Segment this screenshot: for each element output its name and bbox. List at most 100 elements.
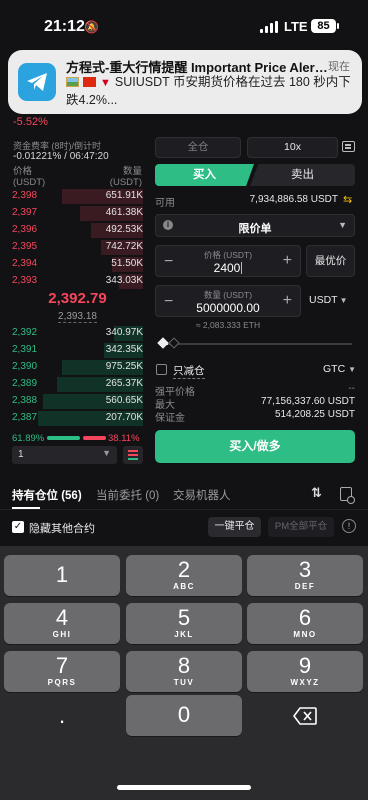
help-icon[interactable]: !: [342, 519, 356, 533]
ask-price: 2,396: [12, 224, 38, 235]
hide-other-checkbox[interactable]: ✓: [12, 521, 24, 533]
bid-qty: 342.35K: [105, 344, 143, 355]
key-dot[interactable]: .: [4, 695, 120, 736]
key-6[interactable]: 6 MNO: [247, 603, 363, 644]
chevron-down-icon: ▼: [102, 448, 111, 458]
funding-rate-value: -0.01221% / 06:47:20: [13, 151, 109, 162]
qty-value[interactable]: 5000000.00: [156, 301, 300, 315]
reduce-only-label[interactable]: 只减仓: [173, 363, 205, 379]
tif-value: GTC: [323, 363, 346, 375]
ask-row[interactable]: 2,397 461.38K: [12, 205, 143, 222]
tab-open-orders[interactable]: 当前委托 (0): [96, 487, 159, 503]
price-header-unit: (USDT): [13, 177, 46, 188]
status-time: 21:12: [44, 18, 85, 35]
buy-long-button[interactable]: 买入/做多: [155, 430, 355, 463]
backspace-icon: [293, 707, 317, 725]
key-2[interactable]: 2 ABC: [126, 555, 242, 596]
slider-node-0[interactable]: [157, 337, 169, 349]
max-value: 77,156,337.60 USDT: [261, 396, 355, 407]
ask-price: 2,393: [12, 275, 38, 286]
key-8[interactable]: 8 TUV: [126, 651, 242, 692]
picture-emoji-icon: [66, 77, 79, 87]
order-type-select[interactable]: i 限价单 ▼: [155, 214, 355, 237]
qty-unit-select[interactable]: USDT ▼: [306, 285, 355, 317]
depth-precision-select[interactable]: 1 ▼: [12, 446, 117, 464]
push-notification[interactable]: 方程式-重大行情提醒 Important Price Aler… 现在 ▼ SUI…: [8, 50, 362, 114]
depth-precision-value: 1: [18, 449, 24, 460]
best-price-button[interactable]: 最优价: [306, 245, 355, 277]
ask-row[interactable]: 2,398 651.91K: [12, 188, 143, 205]
bid-row[interactable]: 2,389 265.37K: [12, 376, 143, 393]
key-backspace[interactable]: [247, 695, 363, 736]
ask-qty: 343.03K: [105, 275, 143, 286]
bid-row[interactable]: 2,390 975.25K: [12, 359, 143, 376]
key-3[interactable]: 3 DEF: [247, 555, 363, 596]
reduce-only-checkbox[interactable]: [156, 364, 167, 375]
key-5[interactable]: 5 JKL: [126, 603, 242, 644]
time-in-force-select[interactable]: GTC ▼: [323, 363, 356, 375]
bid-row[interactable]: 2,387 207.70K: [12, 410, 143, 427]
key-digit: 6: [298, 605, 312, 630]
ask-row[interactable]: 2,393 343.03K: [12, 273, 143, 290]
hide-other-label[interactable]: 隐藏其他合约: [29, 520, 95, 536]
key-1[interactable]: 1: [4, 555, 120, 596]
tab-positions[interactable]: 持有仓位 (56): [12, 487, 82, 503]
bid-price: 2,389: [12, 378, 38, 389]
bid-qty: 975.25K: [105, 361, 143, 372]
pm-close-all-button[interactable]: PM全部平仓: [268, 517, 334, 537]
bid-row[interactable]: 2,388 560.65K: [12, 393, 143, 410]
buy-ratio: 61.89%: [12, 433, 45, 444]
ask-row[interactable]: 2,396 492.53K: [12, 222, 143, 239]
sort-icon[interactable]: ⇅: [311, 485, 322, 501]
qty-increment-button[interactable]: +: [283, 292, 292, 310]
key-4[interactable]: 4 GHI: [4, 603, 120, 644]
tab-sell[interactable]: 卖出: [250, 164, 355, 186]
qty-equivalent: ≈ 2,083.333 ETH: [195, 320, 261, 330]
close-all-button[interactable]: 一键平仓: [208, 517, 261, 537]
chevron-down-icon: ▼: [338, 220, 347, 230]
bid-row[interactable]: 2,392 340.97K: [12, 325, 143, 342]
bid-price: 2,388: [12, 395, 38, 406]
bid-row[interactable]: 2,391 342.35K: [12, 342, 143, 359]
key-digit: 5: [177, 605, 191, 630]
sell-ratio-bar: [83, 436, 106, 440]
slider-handle[interactable]: [168, 337, 180, 349]
key-digit: 3: [298, 557, 312, 582]
home-indicator: [117, 785, 251, 790]
ask-row[interactable]: 2,394 51.50K: [12, 256, 143, 273]
price-input[interactable]: − 价格 (USDT) 2400 +: [155, 245, 301, 277]
available-balance: 7,934,886.58 USDT: [249, 194, 338, 205]
calculator-icon[interactable]: [342, 141, 355, 152]
ask-row[interactable]: 2,395 742.72K: [12, 239, 143, 256]
positions-tabs: 持有仓位 (56) 当前委托 (0) 交易机器人 ⇅: [0, 478, 368, 510]
qty-header-label: 数量: [122, 166, 142, 177]
qty-unit-value: USDT: [309, 294, 338, 306]
amount-slider[interactable]: [162, 343, 352, 345]
transfer-icon[interactable]: ⇆: [343, 193, 352, 206]
mark-price: 2,393.18: [12, 311, 143, 323]
key-0[interactable]: 0: [126, 695, 242, 736]
price-input-value[interactable]: 2400: [156, 261, 300, 275]
bid-price: 2,387: [12, 412, 38, 423]
last-price[interactable]: 2,392.79: [12, 290, 143, 307]
key-digit: 8: [177, 653, 191, 678]
china-flag-icon: [83, 77, 96, 87]
leverage-button[interactable]: 10x: [247, 137, 338, 158]
key-letters: GHI: [52, 630, 72, 639]
liq-price-value: --: [348, 383, 355, 394]
tab-buy[interactable]: 买入: [155, 164, 254, 186]
active-tab-indicator: [12, 507, 40, 509]
tab-trading-bots[interactable]: 交易机器人: [173, 487, 231, 503]
qty-caption: 数量 (USDT): [203, 290, 253, 300]
key-letters: MNO: [293, 630, 317, 639]
quantity-input[interactable]: − 数量 (USDT) 5000000.00 +: [155, 285, 301, 317]
orderbook-layout-button[interactable]: [123, 446, 143, 464]
bid-price: 2,392: [12, 327, 38, 338]
key-9[interactable]: 9 WXYZ: [247, 651, 363, 692]
key-7[interactable]: 7 PQRS: [4, 651, 120, 692]
margin-label: 保证金: [155, 413, 185, 424]
margin-mode-button[interactable]: 全仓: [155, 137, 241, 158]
price-increment-button[interactable]: +: [283, 252, 292, 270]
key-letters: ABC: [173, 582, 195, 591]
history-icon[interactable]: [340, 487, 355, 504]
